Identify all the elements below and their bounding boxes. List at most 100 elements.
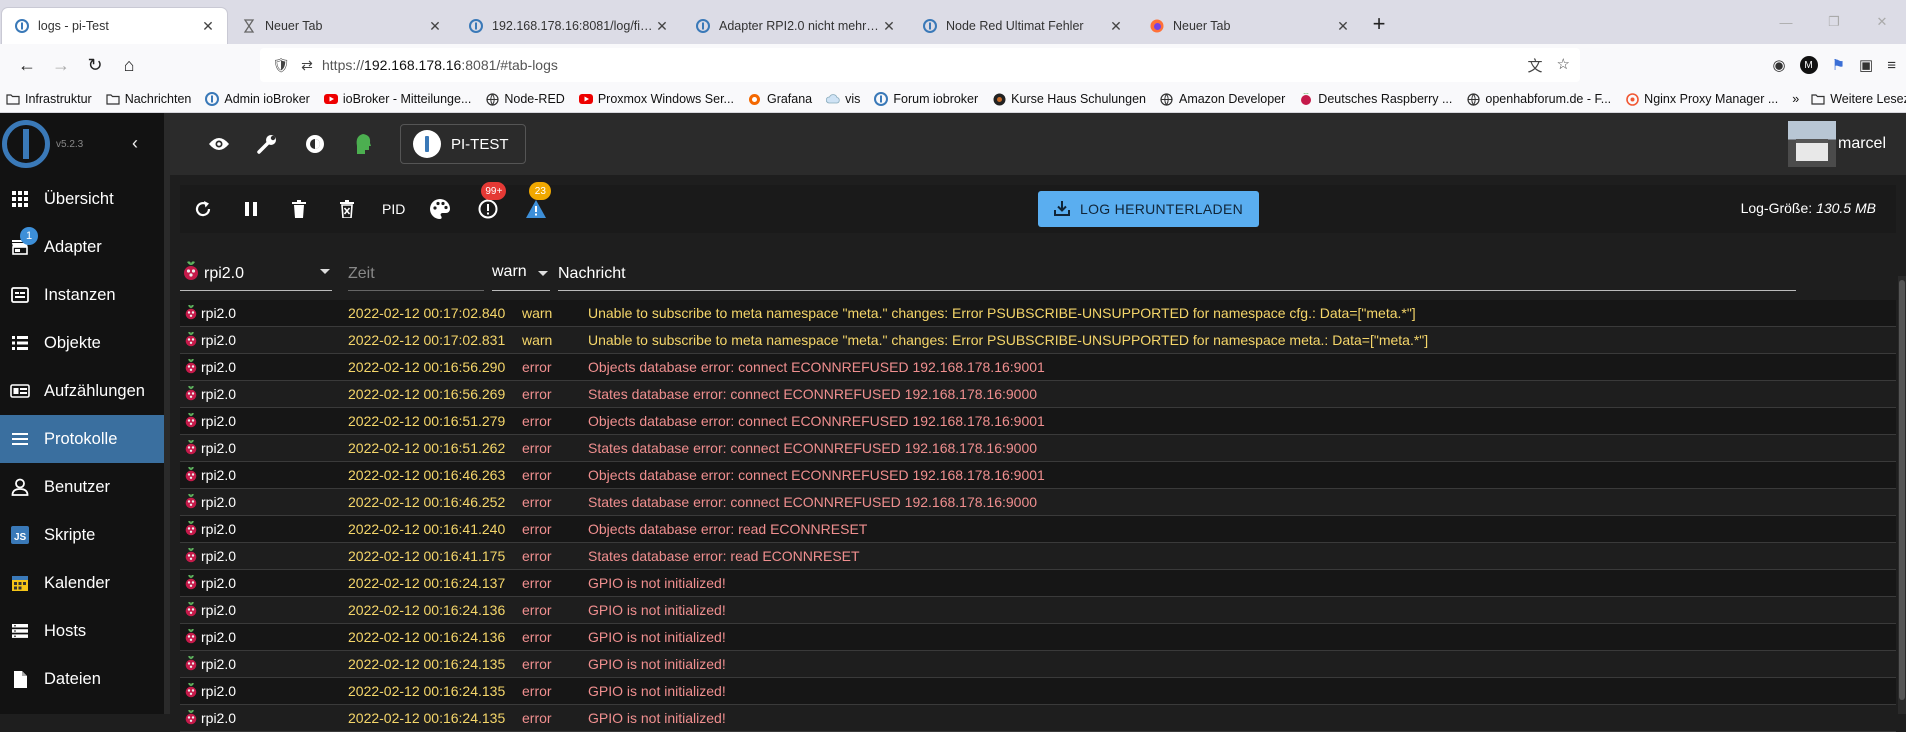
table-row[interactable]: rpi2.0 2022-02-12 00:16:46.263 error Obj…	[180, 462, 1896, 489]
eye-icon[interactable]	[206, 131, 232, 157]
table-row[interactable]: rpi2.0 2022-02-12 00:16:24.137 error GPI…	[180, 570, 1896, 597]
translate-extension-icon[interactable]: ⚑	[1832, 56, 1845, 74]
table-row[interactable]: rpi2.0 2022-02-12 00:16:41.175 error Sta…	[180, 543, 1896, 570]
collapse-sidebar-icon[interactable]: ‹	[132, 133, 138, 154]
file-icon	[10, 669, 30, 689]
bookmark-item[interactable]: Nginx Proxy Manager ...	[1625, 92, 1778, 106]
refresh-icon[interactable]	[190, 196, 216, 222]
pid-toggle-button[interactable]: PID	[382, 196, 405, 222]
site-permissions-icon[interactable]: ⇄	[296, 57, 318, 74]
sidebar-item-protokolle[interactable]: Protokolle	[0, 415, 164, 463]
table-row[interactable]: rpi2.0 2022-02-12 00:16:24.135 error GPI…	[180, 651, 1896, 678]
bookmark-item[interactable]: vis	[826, 92, 860, 106]
time-filter-input[interactable]: Zeit	[348, 257, 484, 291]
bookmark-item[interactable]: Infrastruktur	[6, 92, 92, 106]
table-row[interactable]: rpi2.0 2022-02-12 00:17:02.840 warn Unab…	[180, 300, 1896, 327]
pocket-icon[interactable]: ◉	[1773, 56, 1786, 74]
forward-icon[interactable]: →	[44, 48, 78, 82]
bookmark-item[interactable]: ioBroker - Mitteilunge...	[323, 92, 471, 106]
bookmarks-more-button[interactable]: »	[1792, 92, 1799, 106]
close-tab-icon[interactable]: ✕	[199, 18, 217, 35]
sidebar-item-aufzählungen[interactable]: Aufzählungen	[0, 367, 164, 415]
user-profile[interactable]: marcel	[1787, 121, 1886, 167]
bookmark-item[interactable]: Deutsches Raspberry ...	[1299, 92, 1452, 106]
close-tab-icon[interactable]: ✕	[426, 18, 444, 35]
table-row[interactable]: rpi2.0 2022-02-12 00:16:56.290 error Obj…	[180, 354, 1896, 381]
severity-filter-value: warn	[492, 263, 527, 280]
bookmark-item[interactable]: Kurse Haus Schulungen	[992, 92, 1146, 106]
scrollbar-thumb[interactable]	[1899, 280, 1905, 700]
table-row[interactable]: rpi2.0 2022-02-12 00:16:41.240 error Obj…	[180, 516, 1896, 543]
bookmark-item[interactable]: Admin ioBroker	[205, 92, 310, 106]
severity-filter-select[interactable]: warn	[492, 257, 550, 291]
log-host-cell: rpi2.0	[180, 385, 348, 404]
sidebar-item-objekte[interactable]: Objekte	[0, 319, 164, 367]
error-filter-icon[interactable]: 99+	[475, 182, 507, 222]
delete-icon[interactable]	[286, 196, 312, 222]
message-filter-input[interactable]: Nachricht	[558, 257, 1796, 291]
sidebar-item-skripte[interactable]: JS Skripte	[0, 511, 164, 559]
home-icon[interactable]: ⌂	[112, 48, 146, 82]
table-row[interactable]: rpi2.0 2022-02-12 00:16:24.135 error GPI…	[180, 705, 1896, 732]
pause-icon[interactable]	[238, 196, 264, 222]
log-severity: error	[522, 629, 552, 645]
sidebar-item-adapter[interactable]: Adapter 1	[0, 223, 164, 271]
back-icon[interactable]: ←	[10, 48, 44, 82]
close-tab-icon[interactable]: ✕	[653, 18, 671, 35]
sidebar-item-kalender[interactable]: Kalender	[0, 559, 164, 607]
bookmark-item[interactable]: Grafana	[748, 92, 812, 106]
sidebar-item-hosts[interactable]: Hosts	[0, 607, 164, 655]
wrench-icon[interactable]	[254, 131, 280, 157]
reload-icon[interactable]: ↻	[78, 48, 112, 82]
extension-m-icon[interactable]: M	[1799, 56, 1818, 74]
browser-tab[interactable]: Neuer Tab ✕	[1137, 8, 1362, 44]
address-bar[interactable]: 🛡 ⇄ https://192.168.178.16:8081/#tab-log…	[260, 48, 1580, 82]
log-host-cell: rpi2.0	[180, 439, 348, 458]
sidebar-item-dateien[interactable]: Dateien	[0, 655, 164, 703]
bookmark-item[interactable]: Nachrichten	[106, 92, 191, 106]
sidebar-item-benutzer[interactable]: Benutzer	[0, 463, 164, 511]
expert-mode-icon[interactable]	[350, 131, 376, 157]
minimize-icon[interactable]: —	[1762, 0, 1810, 44]
download-log-button[interactable]: LOG HERUNTERLADEN	[1038, 191, 1260, 227]
bookmark-item[interactable]: openhabforum.de - F...	[1466, 92, 1611, 106]
close-tab-icon[interactable]: ✕	[1107, 18, 1125, 35]
shield-icon[interactable]: 🛡	[270, 57, 292, 74]
table-row[interactable]: rpi2.0 2022-02-12 00:16:46.252 error Sta…	[180, 489, 1896, 516]
new-tab-button[interactable]: +	[1364, 11, 1394, 37]
translate-icon[interactable]: 文	[1528, 55, 1543, 76]
sidebar-item-übersicht[interactable]: Übersicht	[0, 175, 164, 223]
bookmark-star-icon[interactable]: ☆	[1557, 55, 1570, 76]
table-row[interactable]: rpi2.0 2022-02-12 00:16:24.136 error GPI…	[180, 597, 1896, 624]
browser-tab[interactable]: Neuer Tab ✕	[229, 8, 454, 44]
table-row[interactable]: rpi2.0 2022-02-12 00:16:51.262 error Sta…	[180, 435, 1896, 462]
other-bookmarks[interactable]: Weitere Lesezeichen	[1811, 92, 1906, 106]
menu-icon[interactable]: ≡	[1887, 57, 1896, 74]
sidebar-item-instanzen[interactable]: Instanzen	[0, 271, 164, 319]
log-scrollbar[interactable]	[1898, 276, 1906, 714]
warning-filter-icon[interactable]: 23	[523, 182, 552, 222]
bookmark-item[interactable]: Proxmox Windows Ser...	[578, 92, 734, 106]
brightness-icon[interactable]	[302, 131, 328, 157]
extension-box-icon[interactable]: ▣	[1859, 56, 1873, 74]
browser-tab[interactable]: Node Red Ultimat Fehler ✕	[910, 8, 1135, 44]
browser-tab[interactable]: 192.168.178.16:8081/log/file1/ic ✕	[456, 8, 681, 44]
close-tab-icon[interactable]: ✕	[1334, 18, 1352, 35]
table-row[interactable]: rpi2.0 2022-02-12 00:16:24.135 error GPI…	[180, 678, 1896, 705]
bookmark-item[interactable]: Forum iobroker	[874, 92, 978, 106]
bookmark-item[interactable]: Node-RED	[485, 92, 565, 106]
bookmark-item[interactable]: Amazon Developer	[1160, 92, 1285, 106]
host-filter-select[interactable]: rpi2.0	[180, 257, 332, 291]
palette-icon[interactable]	[427, 196, 453, 222]
browser-tab[interactable]: Adapter RPI2.0 nicht mehr drau ✕	[683, 8, 908, 44]
table-row[interactable]: rpi2.0 2022-02-12 00:16:51.279 error Obj…	[180, 408, 1896, 435]
restore-icon[interactable]: ❐	[1810, 0, 1858, 44]
close-tab-icon[interactable]: ✕	[880, 18, 898, 35]
host-selector[interactable]: PI-TEST	[400, 124, 526, 164]
table-row[interactable]: rpi2.0 2022-02-12 00:16:24.136 error GPI…	[180, 624, 1896, 651]
close-window-icon[interactable]: ✕	[1858, 0, 1906, 44]
delete-forever-icon[interactable]	[334, 196, 360, 222]
table-row[interactable]: rpi2.0 2022-02-12 00:17:02.831 warn Unab…	[180, 327, 1896, 354]
browser-tab[interactable]: logs - pi-Test ✕	[2, 8, 227, 44]
table-row[interactable]: rpi2.0 2022-02-12 00:16:56.269 error Sta…	[180, 381, 1896, 408]
